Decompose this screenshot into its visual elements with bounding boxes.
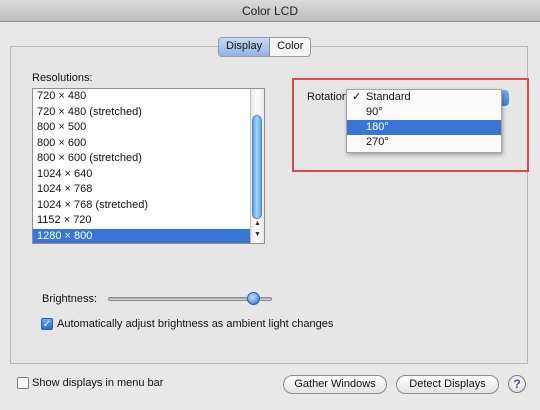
resolution-item[interactable]: 1152 × 720 xyxy=(33,213,257,229)
rotation-option-90[interactable]: 90° xyxy=(347,105,501,120)
resolution-item[interactable]: 720 × 480 (stretched) xyxy=(33,105,257,121)
rotation-option-standard[interactable]: ✓ Standard xyxy=(347,90,501,105)
checkmark-icon: ✓ xyxy=(352,91,362,103)
resolution-item[interactable]: 800 × 600 (stretched) xyxy=(33,151,257,167)
tab-bar: Display Color xyxy=(218,37,312,57)
window-title: Color LCD xyxy=(0,0,540,22)
auto-brightness-label: Automatically adjust brightness as ambie… xyxy=(57,318,334,330)
rotation-label: Rotation: xyxy=(307,91,352,103)
resolution-item[interactable]: 800 × 600 xyxy=(33,136,257,152)
detect-displays-button[interactable]: Detect Displays xyxy=(396,375,499,394)
resolution-item[interactable]: 1024 × 768 (stretched) xyxy=(33,198,257,214)
resolution-item[interactable]: 720 × 480 xyxy=(33,89,257,105)
brightness-label: Brightness: xyxy=(42,293,98,305)
resolution-item[interactable]: 800 × 500 xyxy=(33,120,257,136)
rotation-option-270[interactable]: 270° xyxy=(347,135,501,150)
help-icon[interactable]: ? xyxy=(508,375,526,393)
color-lcd-window: Color LCD Display Color Resolutions: 720… xyxy=(0,0,540,410)
resolution-item-selected[interactable]: 1280 × 800 xyxy=(33,228,257,243)
rotation-option-180[interactable]: 180° xyxy=(347,120,501,135)
scrollbar-thumb[interactable] xyxy=(252,115,262,219)
menu-bar-checkbox[interactable] xyxy=(17,377,29,389)
resolutions-list[interactable]: 720 × 480 720 × 480 (stretched) 800 × 50… xyxy=(32,88,265,244)
scroll-up-arrow-icon[interactable]: ▲ xyxy=(251,220,264,227)
resolution-item[interactable]: 1024 × 640 xyxy=(33,167,257,183)
resolutions-label: Resolutions: xyxy=(32,72,93,84)
gather-windows-button[interactable]: Gather Windows xyxy=(283,375,387,394)
brightness-slider-knob[interactable] xyxy=(247,292,260,305)
menu-bar-label: Show displays in menu bar xyxy=(32,377,164,389)
rotation-option-label: 90° xyxy=(366,106,383,118)
tab-display[interactable]: Display xyxy=(219,38,271,56)
rotation-menu[interactable]: ✓ Standard 90° 180° 270° xyxy=(346,89,502,153)
rotation-option-label: 180° xyxy=(366,121,389,133)
scroll-down-arrow-icon[interactable]: ▼ xyxy=(251,231,264,238)
rotation-option-label: Standard xyxy=(366,91,411,103)
resolution-item[interactable]: 1024 × 768 xyxy=(33,182,257,198)
auto-brightness-checkbox[interactable]: ✓ xyxy=(41,318,53,330)
rotation-option-label: 270° xyxy=(366,136,389,148)
resolutions-scrollbar[interactable]: ▲ ▼ xyxy=(250,89,264,243)
tab-color[interactable]: Color xyxy=(270,38,310,56)
